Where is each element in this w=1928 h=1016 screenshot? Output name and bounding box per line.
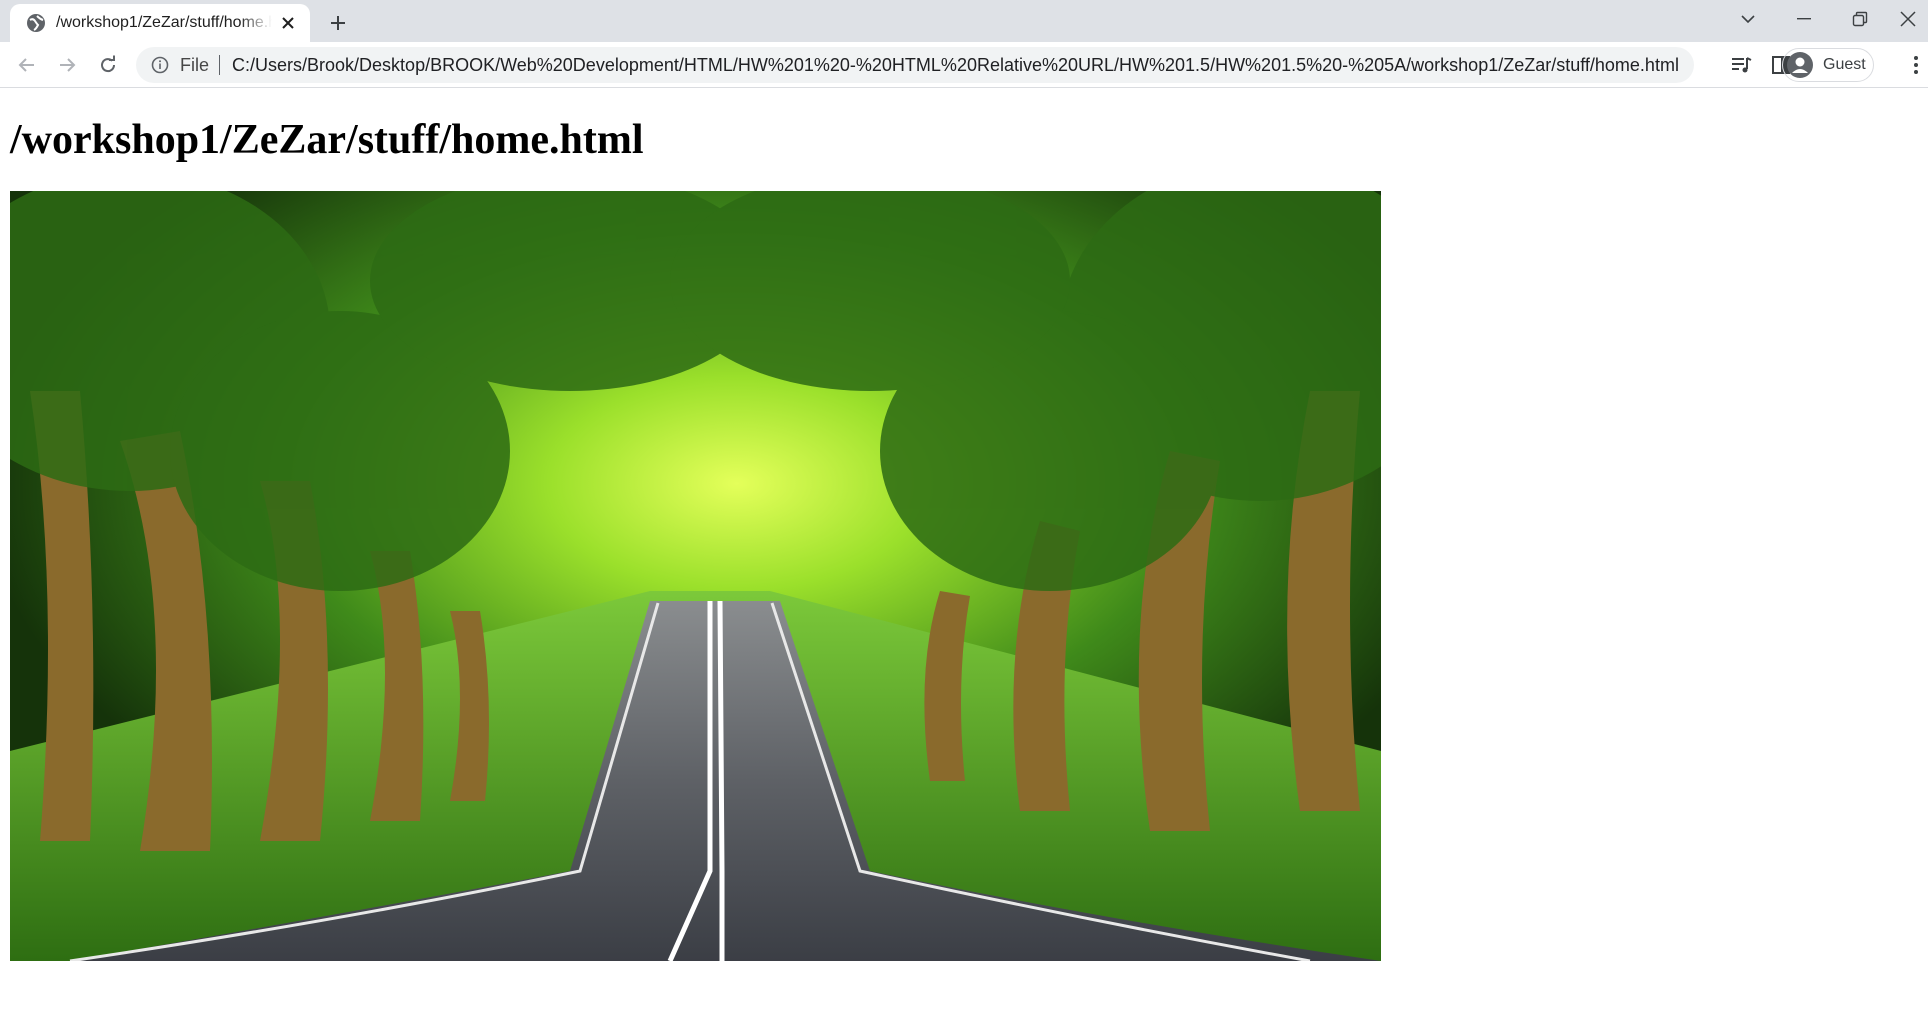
minimize-button[interactable] <box>1776 0 1832 38</box>
tab-search-button[interactable] <box>1720 0 1776 38</box>
forward-button[interactable] <box>50 48 84 82</box>
profile-button[interactable]: Guest <box>1782 48 1874 82</box>
url-text[interactable]: C:/Users/Brook/Desktop/BROOK/Web%20Devel… <box>232 55 1679 76</box>
close-window-button[interactable] <box>1888 0 1928 38</box>
site-info-icon[interactable] <box>150 55 170 75</box>
road-trees-photo <box>10 191 1381 961</box>
restore-button[interactable] <box>1832 0 1888 38</box>
media-queue-icon[interactable] <box>1724 48 1758 82</box>
address-bar[interactable]: File C:/Users/Brook/Desktop/BROOK/Web%20… <box>136 47 1694 83</box>
browser-toolbar: File C:/Users/Brook/Desktop/BROOK/Web%20… <box>0 42 1928 88</box>
new-tab-button[interactable] <box>324 9 352 37</box>
address-separator <box>219 55 221 75</box>
reload-button[interactable] <box>91 48 125 82</box>
profile-label: Guest <box>1823 56 1866 73</box>
globe-icon <box>26 13 46 33</box>
page-heading: /workshop1/ZeZar/stuff/home.html <box>10 117 644 163</box>
scheme-chip: File <box>180 54 210 75</box>
kebab-menu-icon[interactable] <box>1906 48 1926 82</box>
page-content: /workshop1/ZeZar/stuff/home.html <box>0 88 1928 1016</box>
tab-title: /workshop1/ZeZar/stuff/home.html <box>56 14 272 31</box>
close-icon[interactable] <box>276 11 300 35</box>
tab-strip: /workshop1/ZeZar/stuff/home.html <box>0 0 1928 42</box>
back-button[interactable] <box>10 48 44 82</box>
browser-tab[interactable]: /workshop1/ZeZar/stuff/home.html <box>10 4 310 42</box>
avatar-icon <box>1787 52 1813 78</box>
